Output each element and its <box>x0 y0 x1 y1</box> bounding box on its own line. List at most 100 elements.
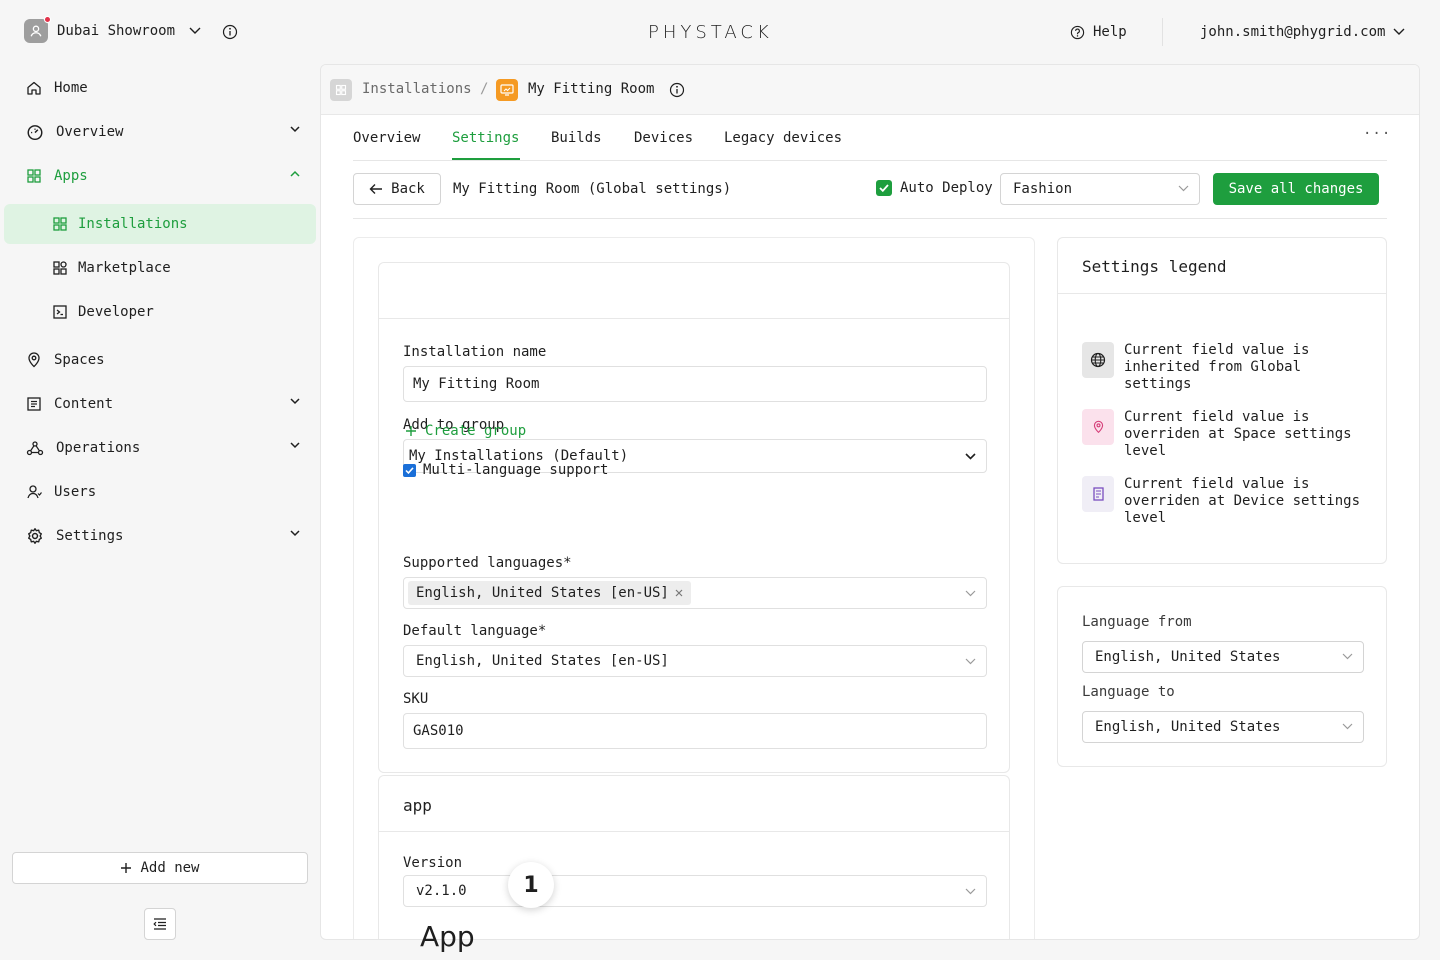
info-icon[interactable] <box>222 24 238 40</box>
tab-builds[interactable]: Builds <box>551 130 602 146</box>
arrow-left-icon <box>369 184 383 194</box>
card-header <box>379 263 1009 319</box>
language-to-label: Language to <box>1082 684 1175 700</box>
sidebar-item-home[interactable]: Home <box>26 76 306 100</box>
sidebar-item-label: Marketplace <box>78 260 171 276</box>
step-badge: 1 <box>508 862 554 908</box>
installation-card: Installation name My Fitting Room Add to… <box>378 262 1010 773</box>
add-new-label: Add new <box>140 860 200 876</box>
help-button[interactable]: Help <box>1070 24 1127 40</box>
default-language-select[interactable]: English, United States [en-US] <box>403 645 987 677</box>
content-icon <box>27 397 41 411</box>
app-card: app Version v2.1.0 <box>378 775 1010 939</box>
language-from-select[interactable]: English, United States <box>1082 641 1364 673</box>
sku-label: SKU <box>403 691 429 707</box>
org-switcher[interactable]: Dubai Showroom <box>24 16 201 43</box>
terminal-icon <box>53 305 67 319</box>
auto-deploy-label: Auto Deploy <box>900 180 993 196</box>
close-icon[interactable] <box>675 589 683 597</box>
default-language-value: English, United States [en-US] <box>416 653 669 669</box>
chevron-down-icon <box>1393 28 1405 35</box>
checkbox-checked-icon[interactable] <box>403 463 416 477</box>
chevron-up-icon <box>290 170 300 177</box>
sku-input[interactable]: GAS010 <box>403 713 987 749</box>
create-group-link[interactable]: Create group <box>405 423 526 439</box>
sidebar-item-operations[interactable]: Operations <box>26 436 306 460</box>
checkbox-checked-icon[interactable] <box>876 180 892 196</box>
sidebar-item-label: Installations <box>78 216 188 232</box>
back-label: Back <box>391 181 425 197</box>
supported-languages-label: Supported languages* <box>403 555 572 571</box>
multi-language-label: Multi-language support <box>423 462 609 478</box>
collapse-sidebar-button[interactable] <box>144 908 176 940</box>
language-to-select[interactable]: English, United States <box>1082 711 1364 743</box>
default-language-label: Default language* <box>403 623 547 639</box>
sidebar-item-label: Users <box>54 484 97 500</box>
save-all-changes-button[interactable]: Save all changes <box>1213 173 1379 205</box>
legend-row-device: Current field value is overriden at Devi… <box>1082 476 1374 527</box>
sidebar-item-content[interactable]: Content <box>26 392 306 416</box>
chevron-down-icon <box>1342 653 1353 660</box>
language-to-value: English, United States <box>1095 719 1281 735</box>
auto-deploy-toggle[interactable]: Auto Deploy <box>876 180 993 196</box>
sidebar-item-installations[interactable]: Installations <box>52 212 188 236</box>
settings-form: Installation name My Fitting Room Add to… <box>353 237 1035 939</box>
sidebar-item-developer[interactable]: Developer <box>52 300 154 324</box>
dashboard-icon <box>27 125 43 141</box>
sidebar-item-spaces[interactable]: Spaces <box>26 348 306 372</box>
environment-select[interactable]: Fashion <box>1000 173 1200 205</box>
sidebar-item-label: Content <box>54 396 114 412</box>
main-panel: Installations / My Fitting Room Overview… <box>320 64 1420 940</box>
supported-languages-select[interactable]: English, United States [en-US] <box>403 577 987 609</box>
chevron-down-icon <box>965 453 976 460</box>
legend-row-global: Current field value is inherited from Gl… <box>1082 342 1374 393</box>
user-menu[interactable]: john.smith@phygrid.com <box>1200 24 1405 40</box>
sidebar-item-label: Overview <box>56 124 124 140</box>
tab-bar: Overview Settings Builds Devices Legacy … <box>353 115 1390 161</box>
info-icon[interactable] <box>669 82 685 98</box>
tab-settings[interactable]: Settings <box>452 130 519 146</box>
sidebar-item-label: Spaces <box>54 352 105 368</box>
sidebar-item-marketplace[interactable]: Marketplace <box>52 256 171 280</box>
add-new-button[interactable]: Add new <box>12 852 308 884</box>
chevron-down-icon <box>290 126 300 133</box>
back-button[interactable]: Back <box>353 173 441 205</box>
menu-collapse-icon <box>153 918 166 930</box>
chevron-down-icon <box>290 530 300 537</box>
tab-devices[interactable]: Devices <box>634 130 693 146</box>
installation-name-input[interactable]: My Fitting Room <box>403 366 987 402</box>
help-icon <box>1070 25 1085 39</box>
chevron-down-icon <box>965 888 976 895</box>
legend-text: Current field value is inherited from Gl… <box>1124 342 1310 392</box>
sidebar-item-label: Developer <box>78 304 154 320</box>
chevron-down-icon <box>1178 185 1189 192</box>
sidebar-item-label: Operations <box>56 440 141 456</box>
more-options-icon[interactable]: ··· <box>1363 126 1391 142</box>
tab-overview[interactable]: Overview <box>353 130 420 146</box>
tab-legacy-devices[interactable]: Legacy devices <box>724 130 842 146</box>
sidebar: Home Overview Apps Installations Marketp… <box>0 64 320 960</box>
help-label: Help <box>1093 24 1127 40</box>
sidebar-item-users[interactable]: Users <box>26 480 306 504</box>
plus-icon <box>121 863 132 873</box>
chevron-down-icon <box>189 27 201 34</box>
breadcrumb-installations-link[interactable]: Installations <box>362 81 472 97</box>
breadcrumb-current: My Fitting Room <box>528 81 655 97</box>
location-icon <box>28 352 40 368</box>
multi-language-toggle[interactable]: Multi-language support <box>403 462 608 478</box>
version-label: Version <box>403 855 463 871</box>
action-bar: Back My Fitting Room (Global settings) A… <box>353 161 1387 219</box>
sidebar-item-label: Home <box>54 80 88 96</box>
version-select[interactable]: v2.1.0 <box>403 875 987 907</box>
sidebar-item-settings[interactable]: Settings <box>26 524 306 548</box>
home-icon <box>27 81 41 95</box>
operations-icon <box>26 441 44 456</box>
sidebar-item-apps[interactable]: Apps <box>26 164 306 188</box>
language-from-value: English, United States <box>1095 649 1281 665</box>
chevron-down-icon <box>1342 723 1353 730</box>
language-from-label: Language from <box>1082 614 1192 630</box>
sidebar-item-overview[interactable]: Overview <box>26 120 306 144</box>
language-tag: English, United States [en-US] <box>408 581 691 605</box>
page-subtitle: My Fitting Room (Global settings) <box>453 181 732 197</box>
legend-title: Settings legend <box>1058 238 1386 294</box>
